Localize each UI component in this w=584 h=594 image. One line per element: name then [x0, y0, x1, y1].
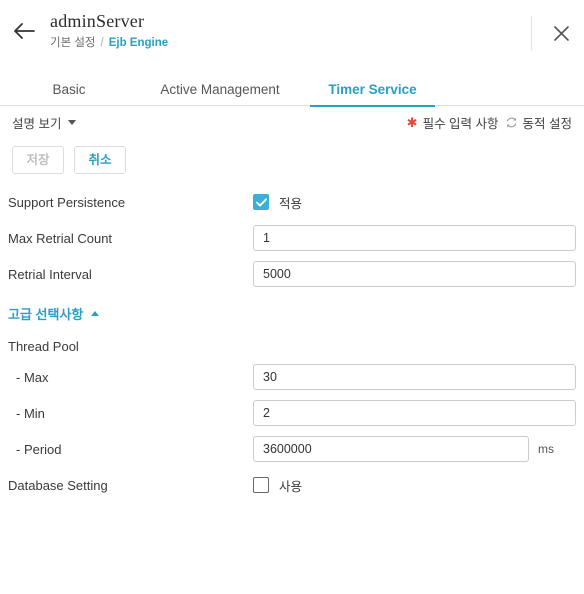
chevron-up-icon: [91, 311, 100, 316]
thread-pool-period-field: ms: [253, 436, 576, 462]
database-setting-label: Database Setting: [8, 477, 108, 493]
tab-timer-service[interactable]: Timer Service: [310, 82, 435, 107]
thread-pool-period-label: - Period: [16, 441, 62, 457]
cancel-button[interactable]: 취소: [74, 146, 126, 174]
thread-pool-max-label: - Max: [16, 369, 49, 385]
database-setting-checkbox-label: 사용: [279, 479, 303, 494]
sub-toolbar: 설명 보기 ✱ 필수 입력 사항 동적 설정: [0, 106, 584, 138]
page-title: adminServer: [50, 11, 145, 31]
close-icon[interactable]: [548, 20, 574, 46]
thread-pool-period-unit: ms: [538, 442, 554, 456]
description-toggle-label: 설명 보기: [12, 116, 62, 131]
settings-form: Support Persistence 적용 Max Retrial Count…: [0, 180, 584, 503]
refresh-icon: [505, 116, 518, 129]
thread-pool-period-input[interactable]: [253, 436, 529, 462]
breadcrumb: 기본 설정 / Ejb Engine: [50, 36, 168, 51]
database-setting-checkbox[interactable]: [253, 477, 269, 493]
thread-pool-min-label: - Min: [16, 405, 45, 421]
thread-pool-min-input[interactable]: [253, 400, 576, 426]
dynamic-legend-label: 동적 설정: [522, 116, 572, 131]
tab-active-management[interactable]: Active Management: [130, 82, 310, 106]
tab-basic[interactable]: Basic: [8, 82, 130, 106]
retrial-interval-field: [253, 261, 576, 287]
page-header: adminServer 기본 설정 / Ejb Engine: [0, 0, 584, 68]
thread-pool-max-input[interactable]: [253, 364, 576, 390]
advanced-options-title: 고급 선택사항: [8, 307, 84, 322]
row-support-persistence: Support Persistence 적용: [0, 184, 584, 220]
thread-pool-group-label: Thread Pool: [8, 338, 79, 354]
row-thread-pool-min: - Min: [0, 395, 584, 431]
tab-bar: Basic Active Management Timer Service: [0, 68, 584, 107]
support-persistence-checkbox-group[interactable]: 적용: [253, 193, 302, 212]
max-retrial-count-input[interactable]: [253, 225, 576, 251]
support-persistence-label: Support Persistence: [8, 194, 126, 210]
description-toggle[interactable]: 설명 보기: [12, 113, 77, 132]
legend-group: ✱ 필수 입력 사항 동적 설정: [407, 113, 572, 132]
max-retrial-count-field: [253, 225, 576, 251]
row-database-setting: Database Setting 사용: [0, 467, 584, 503]
row-thread-pool-max: - Max: [0, 359, 584, 395]
asterisk-icon: ✱: [406, 114, 418, 130]
advanced-options-section-header[interactable]: 고급 선택사항: [0, 292, 584, 329]
database-setting-checkbox-group[interactable]: 사용: [253, 476, 302, 495]
breadcrumb-root[interactable]: 기본 설정: [50, 36, 96, 51]
tab-list: Basic Active Management Timer Service: [8, 68, 584, 107]
max-retrial-count-label: Max Retrial Count: [8, 230, 113, 246]
required-legend-label: 필수 입력 사항: [422, 116, 499, 131]
chevron-down-icon: [68, 119, 77, 125]
row-retrial-interval: Retrial Interval: [0, 256, 584, 292]
support-persistence-field: 적용: [253, 193, 576, 212]
breadcrumb-current[interactable]: Ejb Engine: [109, 36, 168, 51]
row-thread-pool-period: - Period ms: [0, 431, 584, 467]
support-persistence-checkbox[interactable]: [253, 194, 269, 210]
support-persistence-checkbox-label: 적용: [279, 196, 303, 211]
header-text-block: adminServer 기본 설정 / Ejb Engine: [50, 10, 168, 51]
back-arrow-icon[interactable]: [10, 17, 38, 45]
close-button-area: [531, 12, 574, 54]
header-divider: [531, 16, 532, 50]
thread-pool-min-field: [253, 400, 576, 426]
thread-pool-max-field: [253, 364, 576, 390]
retrial-interval-label: Retrial Interval: [8, 266, 92, 282]
database-setting-field: 사용: [253, 476, 576, 495]
row-max-retrial-count: Max Retrial Count: [0, 220, 584, 256]
required-legend: ✱ 필수 입력 사항: [407, 113, 499, 132]
dynamic-legend: 동적 설정: [505, 113, 572, 132]
action-button-row: 저장 취소: [0, 138, 584, 180]
save-button[interactable]: 저장: [12, 146, 64, 174]
retrial-interval-input[interactable]: [253, 261, 576, 287]
breadcrumb-separator: /: [100, 37, 104, 49]
